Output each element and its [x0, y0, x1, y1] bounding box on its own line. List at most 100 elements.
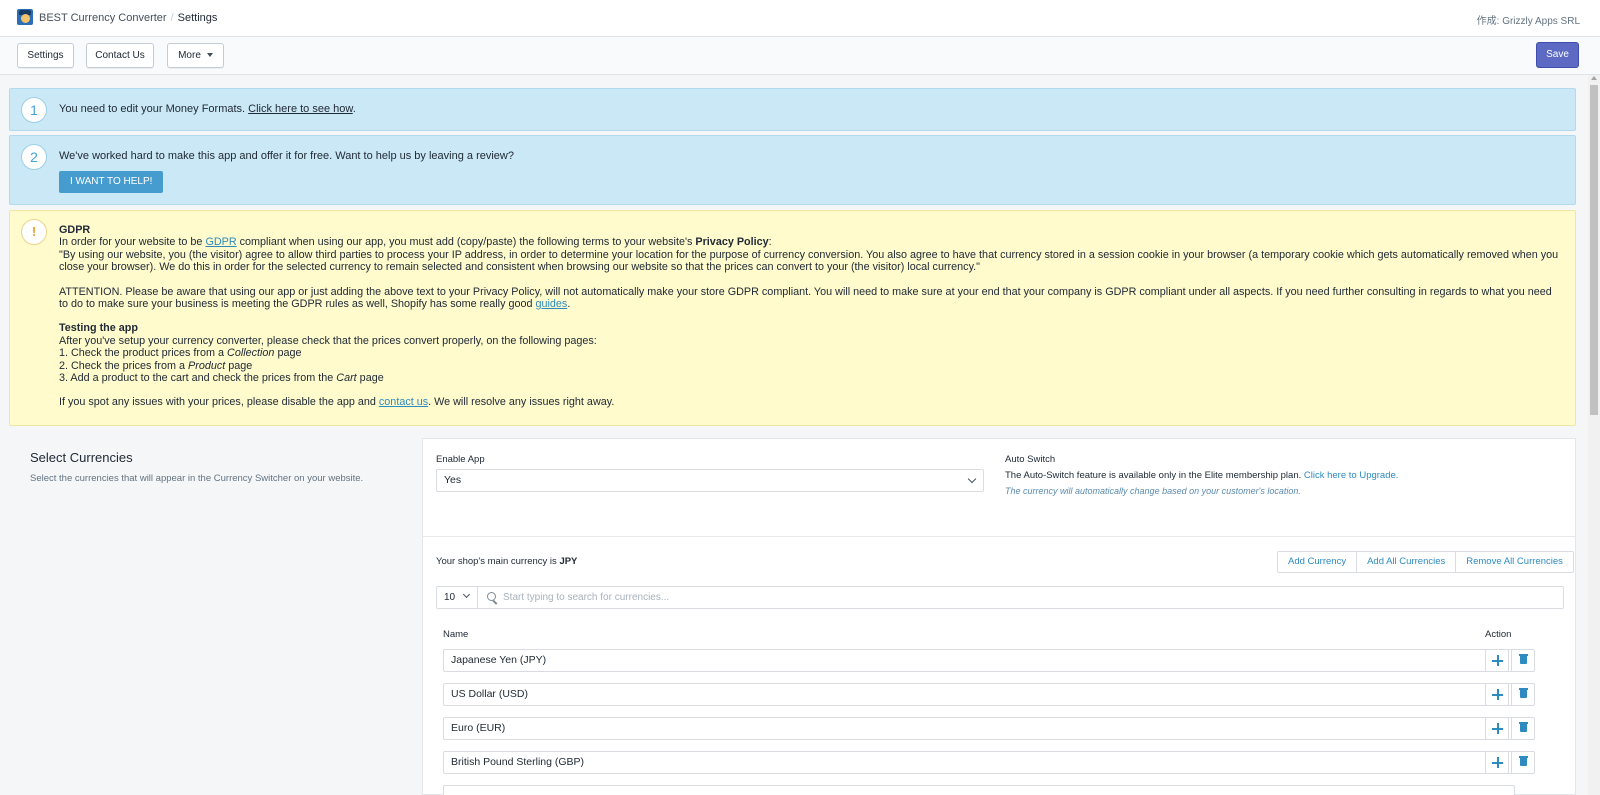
auto-switch-text: The Auto-Switch feature is available onl…	[1005, 470, 1304, 481]
move-button[interactable]	[1485, 751, 1509, 774]
move-icon	[1492, 655, 1503, 666]
save-button[interactable]: Save	[1536, 42, 1579, 68]
caret-down-icon	[206, 53, 213, 58]
main-currency-info: Your shop's main currency is JPY	[436, 556, 577, 567]
currency-actions-group: Add Currency Add All Currencies Remove A…	[1277, 551, 1574, 573]
gdpr-paragraph-1: In order for your website to be GDPR com…	[59, 236, 1559, 248]
move-icon	[1492, 689, 1503, 700]
search-icon	[487, 592, 496, 601]
move-button[interactable]	[1485, 683, 1509, 706]
more-button-label: More	[178, 50, 201, 61]
gdpr-p1-text-b: compliant when using our app, you must a…	[236, 236, 696, 249]
scroll-up-arrow-icon[interactable]	[1591, 76, 1597, 80]
breadcrumb: BEST Currency Converter / Settings	[39, 12, 217, 24]
currency-settings-card: Enable App Yes Auto Switch The Auto-Swit…	[422, 438, 1576, 795]
currency-row: Euro (EUR)	[423, 717, 1575, 751]
add-currency-button[interactable]: Add Currency	[1278, 552, 1358, 572]
top-bar: BEST Currency Converter / Settings 作成: Gri…	[0, 0, 1600, 37]
add-all-currencies-button[interactable]: Add All Currencies	[1357, 552, 1457, 572]
auto-switch-note: The currency will automatically change b…	[1005, 486, 1301, 496]
currency-row-partial	[423, 785, 1575, 795]
gdpr-title: GDPR	[59, 224, 91, 236]
gdpr-body: GDPR In order for your website to be GDP…	[59, 224, 1559, 409]
step-number-2: 2	[21, 144, 47, 170]
issues-paragraph: If you spot any issues with your prices,…	[59, 396, 1559, 408]
page-size-value: 10	[444, 592, 456, 603]
move-icon	[1492, 757, 1503, 768]
currency-row: US Dollar (USD)	[423, 683, 1575, 717]
currency-value: Japanese Yen (JPY)	[451, 654, 547, 666]
currency-select[interactable]: Japanese Yen (JPY)	[443, 649, 1515, 672]
main-currency-text: Your shop's main currency is	[436, 556, 560, 567]
trash-icon	[1519, 722, 1528, 732]
card-divider	[423, 536, 1575, 537]
developer-byline: 作成: Grizzly Apps SRL	[1476, 16, 1580, 27]
more-menu-button[interactable]: More	[167, 43, 224, 68]
testing-title: Testing the app	[59, 322, 138, 335]
step-2-end: page	[225, 359, 253, 372]
enable-app-label: Enable App	[436, 454, 485, 465]
contact-us-button[interactable]: Contact Us	[86, 43, 154, 68]
i-want-to-help-button[interactable]: I WANT TO HELP!	[59, 171, 164, 193]
currency-select[interactable]	[443, 785, 1515, 795]
currency-row: Japanese Yen (JPY)	[423, 649, 1575, 683]
toolbar: Settings Contact Us More Save	[0, 37, 1600, 75]
money-format-notice: 1 You need to edit your Money Formats. C…	[9, 88, 1576, 131]
enable-app-value: Yes	[444, 474, 462, 486]
money-format-link[interactable]: Click here to see how	[248, 103, 353, 115]
review-notice: 2 We've worked hard to make this app and…	[9, 135, 1576, 205]
delete-button[interactable]	[1511, 649, 1535, 672]
page-size-select[interactable]: 10	[436, 586, 478, 609]
step-number-1: 1	[21, 97, 47, 123]
contact-us-button-label: Contact Us	[95, 50, 145, 61]
delete-button[interactable]	[1511, 751, 1535, 774]
currency-value: Euro (EUR)	[451, 722, 506, 734]
move-icon	[1492, 723, 1503, 734]
settings-button-label: Settings	[27, 50, 64, 61]
chevron-down-icon	[462, 590, 471, 599]
step-3-text: 3. Add a product to the cart and check t…	[59, 372, 337, 385]
currency-search-input[interactable]: Start typing to search for currencies...	[478, 586, 1564, 609]
enable-app-select[interactable]: Yes	[436, 469, 984, 492]
delete-button[interactable]	[1511, 683, 1535, 706]
currency-select[interactable]: British Pound Sterling (GBP)	[443, 751, 1515, 774]
money-format-notice-text: You need to edit your Money Formats. Cli…	[59, 103, 356, 115]
contact-us-link[interactable]: contact us	[379, 396, 428, 408]
trash-icon	[1519, 654, 1528, 664]
currency-row: British Pound Sterling (GBP)	[423, 751, 1575, 785]
currency-select[interactable]: US Dollar (USD)	[443, 683, 1515, 706]
move-button[interactable]	[1485, 717, 1509, 740]
gdpr-notice: ! GDPR In order for your website to be G…	[9, 210, 1576, 426]
page-scrollbar[interactable]	[1588, 75, 1600, 795]
scrollbar-thumb[interactable]	[1590, 85, 1598, 415]
trash-icon	[1519, 756, 1528, 766]
currency-value: British Pound Sterling (GBP)	[451, 756, 585, 768]
auto-switch-info: The Auto-Switch feature is available onl…	[1005, 470, 1398, 481]
upgrade-link[interactable]: Click here to Upgrade.	[1304, 470, 1399, 481]
gdpr-link[interactable]: GDPR	[205, 236, 236, 248]
trash-icon	[1519, 688, 1528, 698]
warning-icon: !	[21, 219, 47, 245]
chevron-down-icon	[967, 474, 977, 484]
step-3-end: page	[356, 372, 384, 385]
currency-select[interactable]: Euro (EUR)	[443, 717, 1515, 740]
select-currencies-description: Select the currencies that will appear i…	[30, 473, 364, 484]
select-currencies-title: Select Currencies	[30, 450, 133, 465]
auto-switch-label: Auto Switch	[1005, 454, 1056, 465]
move-button[interactable]	[1485, 649, 1509, 672]
testing-step-1: 1. Check the product prices from a Colle…	[59, 347, 1559, 359]
issues-text: If you spot any issues with your prices,…	[59, 396, 379, 409]
testing-step-3: 3. Add a product to the cart and check t…	[59, 372, 1559, 384]
delete-button[interactable]	[1511, 717, 1535, 740]
settings-button[interactable]: Settings	[17, 43, 74, 68]
step-1-italic: Collection	[227, 347, 275, 360]
step-1-text: 1. Check the product prices from a	[59, 347, 228, 360]
gdpr-attention: ATTENTION. Please be aware that using ou…	[59, 286, 1559, 311]
step-2-text: 2. Check the prices from a	[59, 359, 189, 372]
remove-all-currencies-button[interactable]: Remove All Currencies	[1456, 552, 1573, 572]
notice-1-text: You need to edit your Money Formats.	[59, 103, 249, 115]
main-currency-code: JPY	[559, 556, 578, 567]
guides-link[interactable]: guides	[536, 298, 568, 310]
gdpr-attention-end: .	[567, 298, 571, 311]
breadcrumb-app-name[interactable]: BEST Currency Converter	[39, 12, 167, 24]
